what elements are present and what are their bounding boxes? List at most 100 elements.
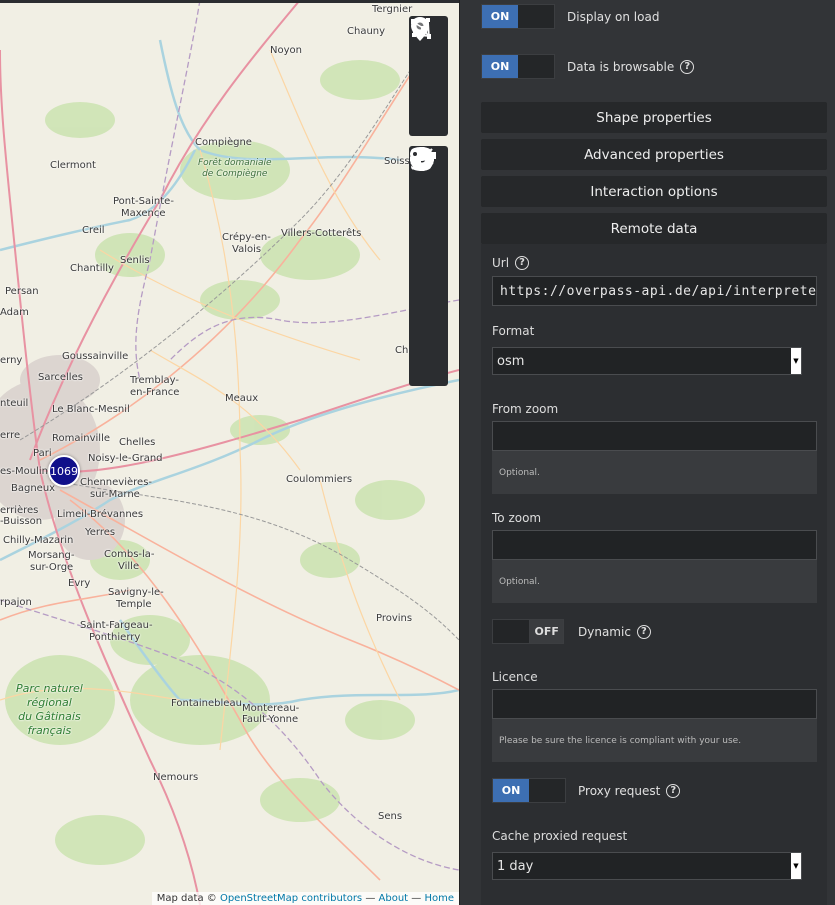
city-label: Coulommiers [286,474,353,485]
city-label: Valois [232,244,262,255]
remote-data-header[interactable]: Remote data [481,213,827,244]
city-label: Villers-Cotterêts [281,228,362,239]
city-label: Montereau- [242,703,300,714]
to-zoom-help: Optional. [492,560,817,603]
layers-button[interactable] [409,149,448,266]
city-label: en-France [130,387,180,398]
help-icon[interactable]: ? [515,256,530,270]
city-label: Nemours [153,772,199,783]
from-zoom-input[interactable] [492,421,817,451]
attribution-sep: — [365,893,376,904]
key-icon [410,148,436,160]
display-on-load-toggle[interactable]: ON [481,4,555,29]
city-label: Sarcelles [38,372,83,383]
display-on-load-label: Display on load [567,9,660,24]
city-label: Goussainville [62,351,129,362]
to-zoom-label: To zoom [492,511,542,525]
data-browsable-text: Data is browsable [567,59,675,74]
city-label: -Buisson [0,516,43,527]
city-label: Meaux [225,393,259,404]
toggle-off-half [518,55,554,78]
advanced-properties-header[interactable]: Advanced properties [481,139,827,170]
draw-toolbar [409,16,448,136]
city-label: Soiss [384,156,410,167]
layer-settings-panel: ON Display on load ON Data is browsable?… [459,0,835,905]
permissions-button[interactable] [409,148,448,386]
city-label: Fault-Yonne [242,714,299,725]
city-label: Senlis [120,255,150,266]
attribution-sep: — [411,893,422,904]
map-attribution: Map data © OpenStreetMap contributors — … [151,892,459,905]
city-label: Pari [33,448,52,459]
format-select[interactable]: osm ▼ [492,347,802,375]
draw-polygon-button[interactable] [409,18,448,136]
city-label: Yerres [85,527,116,538]
help-icon[interactable]: ? [636,624,651,639]
attribution-prefix: Map data © [156,893,217,904]
city-label: Romainville [52,433,111,444]
toggle-off-half [518,5,554,28]
city-label: Compiègne [195,137,252,148]
help-icon[interactable]: ? [680,59,695,74]
marker-cluster[interactable]: 1069 [48,455,80,487]
city-label: Clermont [50,160,96,171]
city-label: Ponthierry [89,632,141,643]
city-label: Chennevières- [80,477,153,488]
licence-label: Licence [492,670,538,684]
city-label: Bagneux [11,483,56,494]
city-label: Morsang- [28,550,75,561]
city-label: Maxence [121,208,166,219]
data-browsable-row: ON Data is browsable? [481,54,695,79]
city-label: Tergnier [372,4,413,15]
city-label: Tremblay- [130,375,180,386]
city-label: Le Blanc-Mesnil [52,404,130,415]
about-link[interactable]: About [379,893,409,904]
licence-input[interactable] [492,689,817,719]
city-label: Noisy-le-Grand [88,453,163,464]
toggle-off-label: OFF [530,620,563,643]
licence-help: Please be sure the licence is compliant … [492,719,817,762]
data-browsable-toggle[interactable]: ON [481,54,555,79]
url-input[interactable]: https://overpass-api.de/api/interpreter?… [492,276,817,306]
settings-button[interactable] [409,147,448,226]
home-link[interactable]: Home [424,893,454,904]
city-label: Savigny-le- [108,587,164,598]
city-label: Noyon [270,45,302,56]
city-label: Combs-la- [104,549,155,560]
help-icon[interactable]: ? [666,783,681,798]
to-zoom-input[interactable] [492,530,817,560]
draw-polyline-button[interactable] [409,20,448,96]
city-label: Saint-Fargeau- [80,620,153,631]
center-button[interactable] [409,148,448,346]
city-label: Temple [116,599,152,610]
osm-link[interactable]: OpenStreetMap contributors [220,893,362,904]
map-canvas[interactable]: Tergnier Chauny Noyon Compiègne Clermont Sois… [0,0,459,905]
display-on-load-row: ON Display on load [481,4,659,29]
city-label: Chilly-Mazarin [3,535,74,546]
toggle-on-label: ON [482,55,518,78]
url-label-text: Url [492,256,510,270]
city-label: sur-Marne [90,489,140,500]
cache-value: 1 day [497,858,534,874]
settings-toolbar [409,146,448,386]
proxy-request-toggle[interactable]: ON [492,778,566,803]
from-zoom-label: From zoom [492,402,559,416]
interaction-options-header[interactable]: Interaction options [481,176,827,207]
city-label: Fontainebleau [171,698,242,709]
city-label: Provins [376,613,413,624]
cache-label: Cache proxied request [492,829,628,843]
format-label: Format [492,324,535,338]
city-label: Ville [118,561,140,572]
dynamic-toggle[interactable]: OFF [492,619,564,644]
datalayers-button[interactable] [409,147,448,306]
city-label: Chauny [347,26,386,37]
toggle-off-half [529,779,565,802]
city-label: Crépy-en- [222,232,271,243]
city-label: nteuil [0,398,29,409]
shape-properties-header[interactable]: Shape properties [481,102,827,133]
polygon-icon [411,18,431,38]
cache-select[interactable]: 1 day ▼ [492,852,802,880]
toggle-on-label: ON [493,779,529,802]
dynamic-label: Dynamic? [578,624,651,639]
proxy-request-text: Proxy request [578,783,661,798]
